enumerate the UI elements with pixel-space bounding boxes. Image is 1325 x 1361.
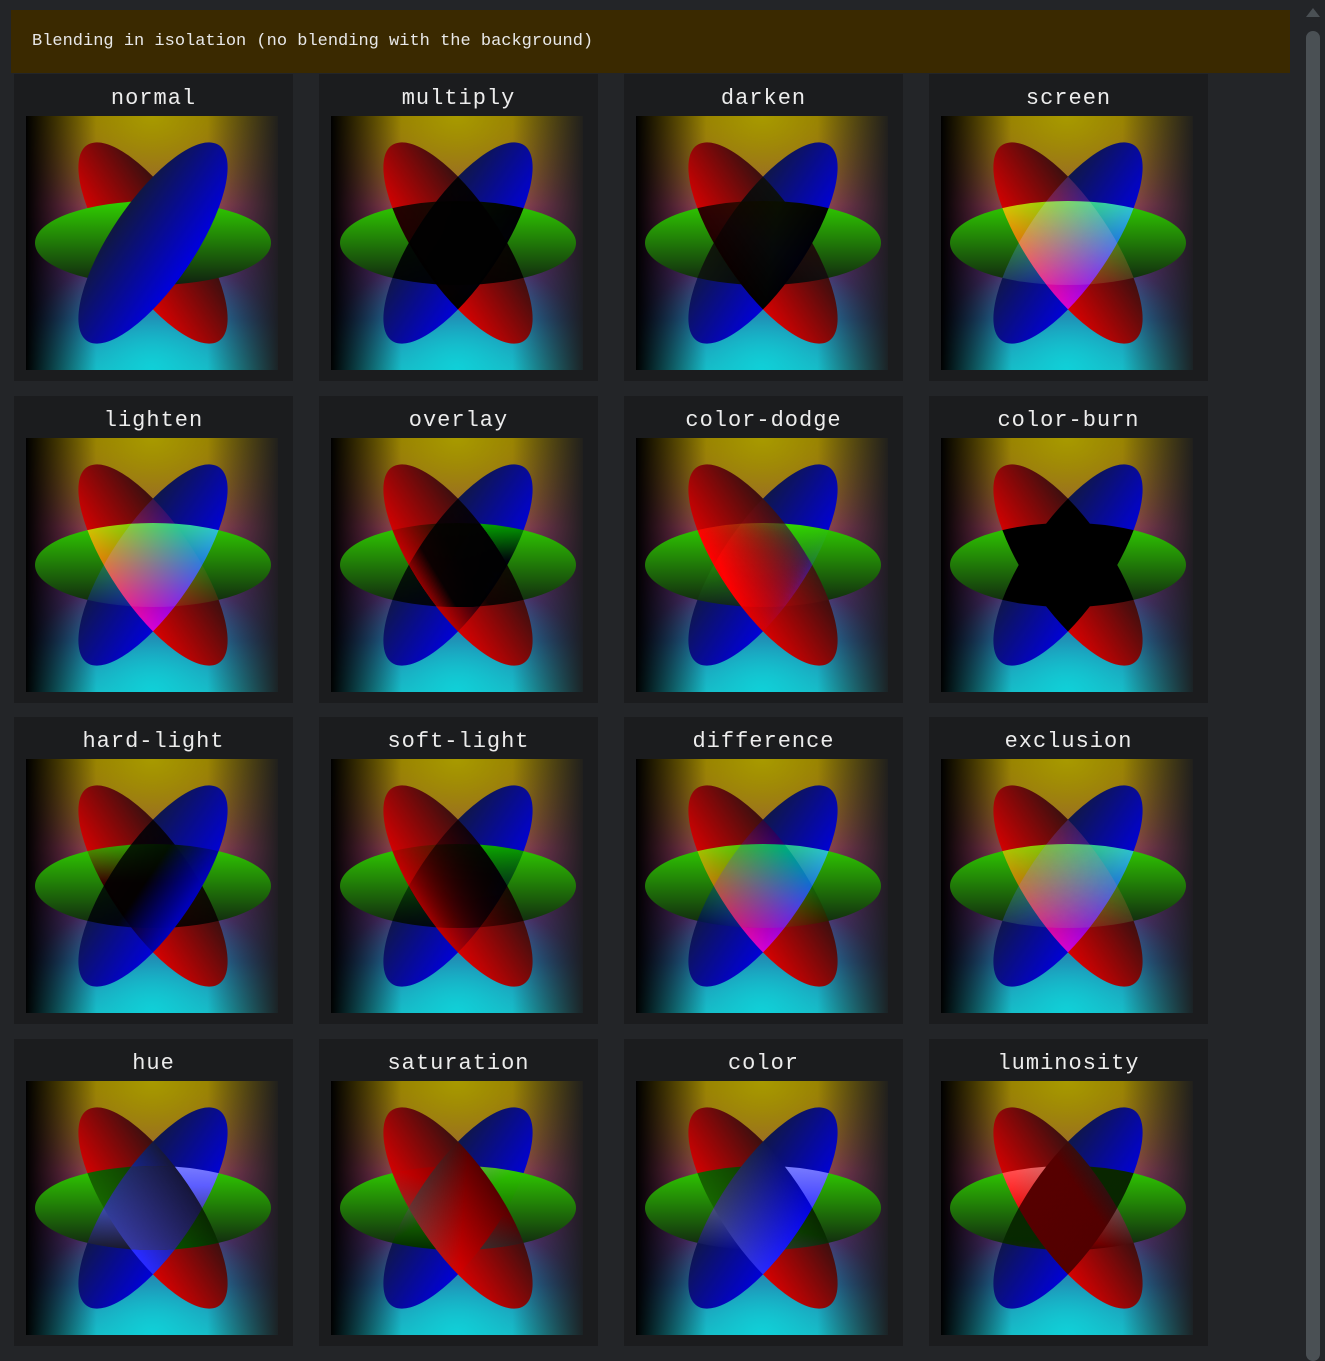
blend-tile-screen: screen <box>929 74 1208 381</box>
blend-mode-label: multiply <box>401 86 516 111</box>
blend-tile-darken: darken <box>624 74 903 381</box>
blend-tile-saturation: saturation <box>319 1038 598 1346</box>
blend-illustration <box>941 1080 1193 1335</box>
blend-tile-exclusion: exclusion <box>929 717 1208 1024</box>
banner-text: Blending in isolation (no blending with … <box>32 32 594 51</box>
blend-illustration <box>941 759 1193 1013</box>
blend-mode-label: saturation <box>387 1050 530 1076</box>
blend-tile-luminosity: luminosity <box>929 1038 1208 1346</box>
blend-illustration <box>26 759 278 1013</box>
blend-mode-label: luminosity <box>997 1050 1140 1076</box>
blend-mode-label: color-dodge <box>685 407 842 433</box>
blend-mode-label: darken <box>720 86 807 111</box>
blend-illustration <box>26 437 278 692</box>
blend-mode-label: normal <box>110 86 197 111</box>
blend-tile-overlay: overlay <box>319 395 598 703</box>
blend-illustration <box>26 116 278 370</box>
blend-tile-hard-light: hard-light <box>14 717 293 1024</box>
blend-illustration <box>636 759 888 1013</box>
blend-tile-soft-light: soft-light <box>319 717 598 1024</box>
blend-tile-color-dodge: color-dodge <box>624 395 903 703</box>
blend-tile-hue: hue <box>14 1038 293 1346</box>
blend-illustration <box>331 1080 583 1335</box>
vertical-scrollbar[interactable] <box>1303 0 1325 1361</box>
blend-mode-label: soft-light <box>387 729 530 754</box>
isolation-banner: Blending in isolation (no blending with … <box>11 10 1290 73</box>
blend-mode-label: screen <box>1025 86 1112 111</box>
blend-tile-difference: difference <box>624 717 903 1024</box>
blend-illustration <box>331 759 583 1013</box>
blend-illustration <box>636 1080 888 1335</box>
blend-tile-multiply: multiply <box>319 74 598 381</box>
blend-illustration <box>941 116 1193 370</box>
blend-mode-label: overlay <box>408 407 509 433</box>
blend-mode-label: exclusion <box>1004 729 1133 754</box>
blend-mode-label: color <box>727 1050 799 1076</box>
blend-mode-label: hue <box>132 1050 175 1076</box>
blend-illustration <box>636 437 888 692</box>
scroll-up-arrow-icon[interactable] <box>1306 8 1320 17</box>
blend-tile-normal: normal <box>14 74 293 381</box>
blend-tile-lighten: lighten <box>14 395 293 703</box>
blend-mode-label: hard-light <box>82 729 225 754</box>
scrollbar-thumb[interactable] <box>1306 31 1320 1361</box>
blend-tile-color-burn: color-burn <box>929 395 1208 703</box>
blend-illustration <box>941 437 1193 692</box>
blend-illustration <box>636 116 888 370</box>
blend-tile-color: color <box>624 1038 903 1346</box>
blend-illustration <box>26 1080 278 1335</box>
blend-mode-label: difference <box>692 729 835 754</box>
blend-mode-label: color-burn <box>997 407 1140 433</box>
blend-mode-label: lighten <box>103 407 204 433</box>
blend-illustration <box>331 437 583 692</box>
blend-illustration <box>331 116 583 370</box>
